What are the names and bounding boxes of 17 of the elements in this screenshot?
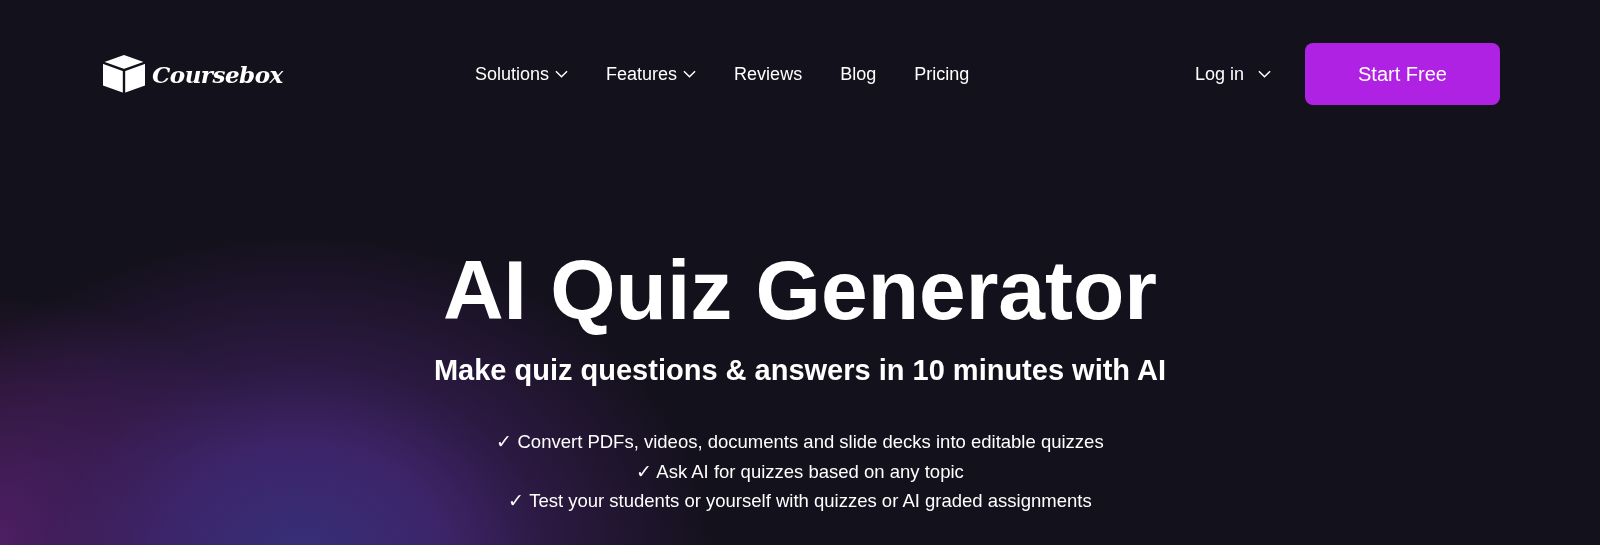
feature-bullet: ✓ Ask AI for quizzes based on any topic — [635, 459, 965, 484]
hero-subtitle: Make quiz questions & answers in 10 minutes with AI — [433, 354, 1167, 388]
cube-logo-icon — [100, 53, 148, 95]
feature-bullet: ✓ Test your students or yourself with quizzes or AI graded assignments — [507, 489, 1093, 514]
nav-link[interactable]: Pricing — [914, 63, 970, 85]
nav-link[interactable]: Solutions — [475, 63, 569, 85]
chevron-down-icon — [683, 70, 697, 78]
hero-title: AI Quiz Generator — [442, 244, 1158, 337]
nav-link[interactable]: Blog — [840, 63, 877, 85]
chevron-down-icon — [1258, 70, 1271, 78]
nav-link[interactable]: Features — [606, 63, 697, 85]
start-free-button[interactable]: Start Free — [1305, 43, 1500, 105]
brand-name[interactable]: Coursebox — [152, 60, 283, 88]
login-link[interactable]: Log in — [1194, 63, 1271, 85]
chevron-down-icon — [555, 70, 569, 78]
nav-link[interactable]: Reviews — [734, 63, 803, 85]
feature-bullet: ✓ Convert PDFs, videos, documents and slide decks into editable quizzes — [496, 430, 1104, 455]
